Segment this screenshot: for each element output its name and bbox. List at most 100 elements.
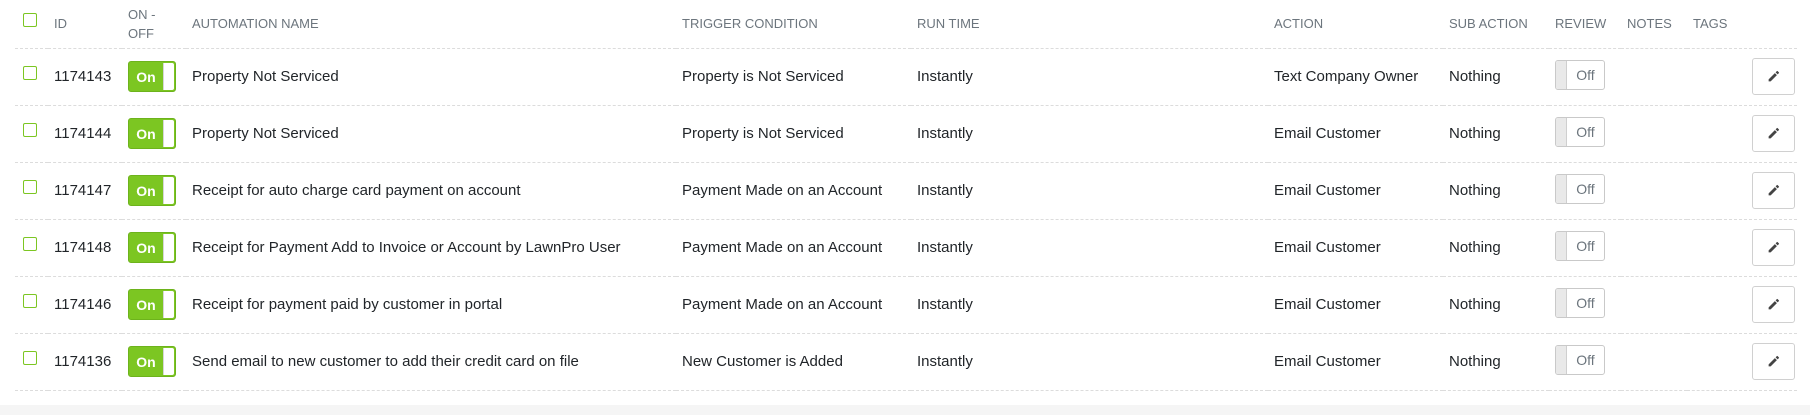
row-review-cell: Off [1549, 105, 1621, 163]
toggle-knob [163, 63, 174, 90]
row-action: Email Customer [1268, 333, 1443, 391]
row-edit-cell [1719, 333, 1797, 391]
row-tags [1687, 276, 1719, 334]
on-off-toggle-label: On [136, 125, 156, 142]
toggle-knob [163, 348, 174, 375]
row-notes [1621, 333, 1687, 391]
edit-button[interactable] [1752, 172, 1795, 209]
on-off-toggle[interactable]: On [128, 289, 176, 320]
header-sub-action[interactable]: SUB ACTION [1443, 0, 1549, 49]
on-off-toggle-label: On [136, 68, 156, 85]
header-run-time[interactable]: RUN TIME [911, 0, 1268, 49]
row-review-cell: Off [1549, 276, 1621, 334]
row-review-cell: Off [1549, 162, 1621, 220]
row-trigger-condition: Payment Made on an Account [676, 162, 911, 220]
row-checkbox[interactable] [23, 180, 37, 195]
row-checkbox[interactable] [23, 237, 37, 252]
row-toggle-cell: On [122, 219, 186, 277]
on-off-toggle[interactable]: On [128, 175, 176, 206]
on-off-toggle[interactable]: On [128, 346, 176, 377]
row-review-cell: Off [1549, 333, 1621, 391]
header-tags[interactable]: TAGS [1687, 0, 1727, 49]
row-select-cell [15, 276, 48, 334]
row-action: Email Customer [1268, 105, 1443, 163]
pencil-icon [1768, 298, 1780, 310]
toggle-knob [163, 120, 174, 147]
row-trigger-condition: Property is Not Serviced [676, 105, 911, 163]
review-toggle[interactable]: Off [1555, 345, 1605, 375]
header-on-off-line2: OFF [128, 25, 154, 41]
row-notes [1621, 219, 1687, 277]
toggle-knob [163, 291, 174, 318]
review-toggle[interactable]: Off [1555, 231, 1605, 261]
row-trigger-condition: Payment Made on an Account [676, 219, 911, 277]
on-off-toggle[interactable]: On [128, 118, 176, 149]
review-toggle-label: Off [1576, 238, 1595, 254]
pencil-icon [1768, 127, 1780, 139]
row-toggle-cell: On [122, 276, 186, 334]
row-tags [1687, 48, 1719, 106]
row-edit-cell [1719, 105, 1797, 163]
toggle-knob [163, 177, 174, 204]
row-checkbox[interactable] [23, 123, 37, 138]
edit-button[interactable] [1752, 343, 1795, 380]
header-on-off[interactable]: ON - OFF [122, 0, 186, 49]
header-notes[interactable]: NOTES [1621, 0, 1687, 49]
row-review-cell: Off [1549, 48, 1621, 106]
header-automation-name[interactable]: AUTOMATION NAME [186, 0, 676, 49]
header-review[interactable]: REVIEW [1549, 0, 1621, 49]
row-tags [1687, 219, 1719, 277]
review-toggle[interactable]: Off [1555, 60, 1605, 90]
on-off-toggle-label: On [136, 239, 156, 256]
automations-panel: ID ON - OFF AUTOMATION NAME TRIGGER COND… [0, 0, 1810, 405]
row-sub-action: Nothing [1443, 105, 1549, 163]
header-id[interactable]: ID [48, 0, 122, 49]
edit-button[interactable] [1752, 286, 1795, 323]
row-id: 1174147 [48, 162, 122, 220]
review-toggle-label: Off [1576, 124, 1595, 140]
row-sub-action: Nothing [1443, 219, 1549, 277]
select-all-checkbox[interactable] [23, 12, 37, 27]
on-off-toggle-label: On [136, 353, 156, 370]
row-sub-action: Nothing [1443, 276, 1549, 334]
review-toggle[interactable]: Off [1555, 117, 1605, 147]
row-edit-cell [1719, 162, 1797, 220]
row-id: 1174146 [48, 276, 122, 334]
header-action[interactable]: ACTION [1268, 0, 1443, 49]
row-checkbox[interactable] [23, 351, 37, 366]
edit-button[interactable] [1752, 115, 1795, 152]
pencil-icon [1768, 70, 1780, 82]
on-off-toggle[interactable]: On [128, 232, 176, 263]
row-run-time: Instantly [911, 105, 1268, 163]
review-toggle-label: Off [1576, 181, 1595, 197]
row-checkbox[interactable] [23, 66, 37, 81]
table-row: 1174147 On Receipt for auto charge card … [15, 162, 1797, 220]
table-row: 1174143 On Property Not Serviced Propert… [15, 48, 1797, 106]
pencil-icon [1768, 355, 1780, 367]
row-toggle-cell: On [122, 333, 186, 391]
toggle-knob [1556, 61, 1567, 89]
toggle-knob [1556, 346, 1567, 374]
row-edit-cell [1719, 276, 1797, 334]
row-select-cell [15, 105, 48, 163]
on-off-toggle[interactable]: On [128, 61, 176, 92]
row-automation-name: Receipt for Payment Add to Invoice or Ac… [186, 219, 676, 277]
row-checkbox[interactable] [23, 294, 37, 309]
row-automation-name: Property Not Serviced [186, 105, 676, 163]
edit-button[interactable] [1752, 229, 1795, 266]
pencil-icon [1768, 184, 1780, 196]
row-sub-action: Nothing [1443, 333, 1549, 391]
review-toggle-label: Off [1576, 352, 1595, 368]
on-off-toggle-label: On [136, 182, 156, 199]
row-action: Email Customer [1268, 219, 1443, 277]
toggle-knob [1556, 289, 1567, 317]
toggle-knob [1556, 175, 1567, 203]
edit-button[interactable] [1752, 58, 1795, 95]
row-trigger-condition: New Customer is Added [676, 333, 911, 391]
header-trigger-condition[interactable]: TRIGGER CONDITION [676, 0, 911, 49]
review-toggle[interactable]: Off [1555, 174, 1605, 204]
review-toggle[interactable]: Off [1555, 288, 1605, 318]
row-id: 1174148 [48, 219, 122, 277]
row-select-cell [15, 48, 48, 106]
header-edit [1719, 0, 1797, 49]
